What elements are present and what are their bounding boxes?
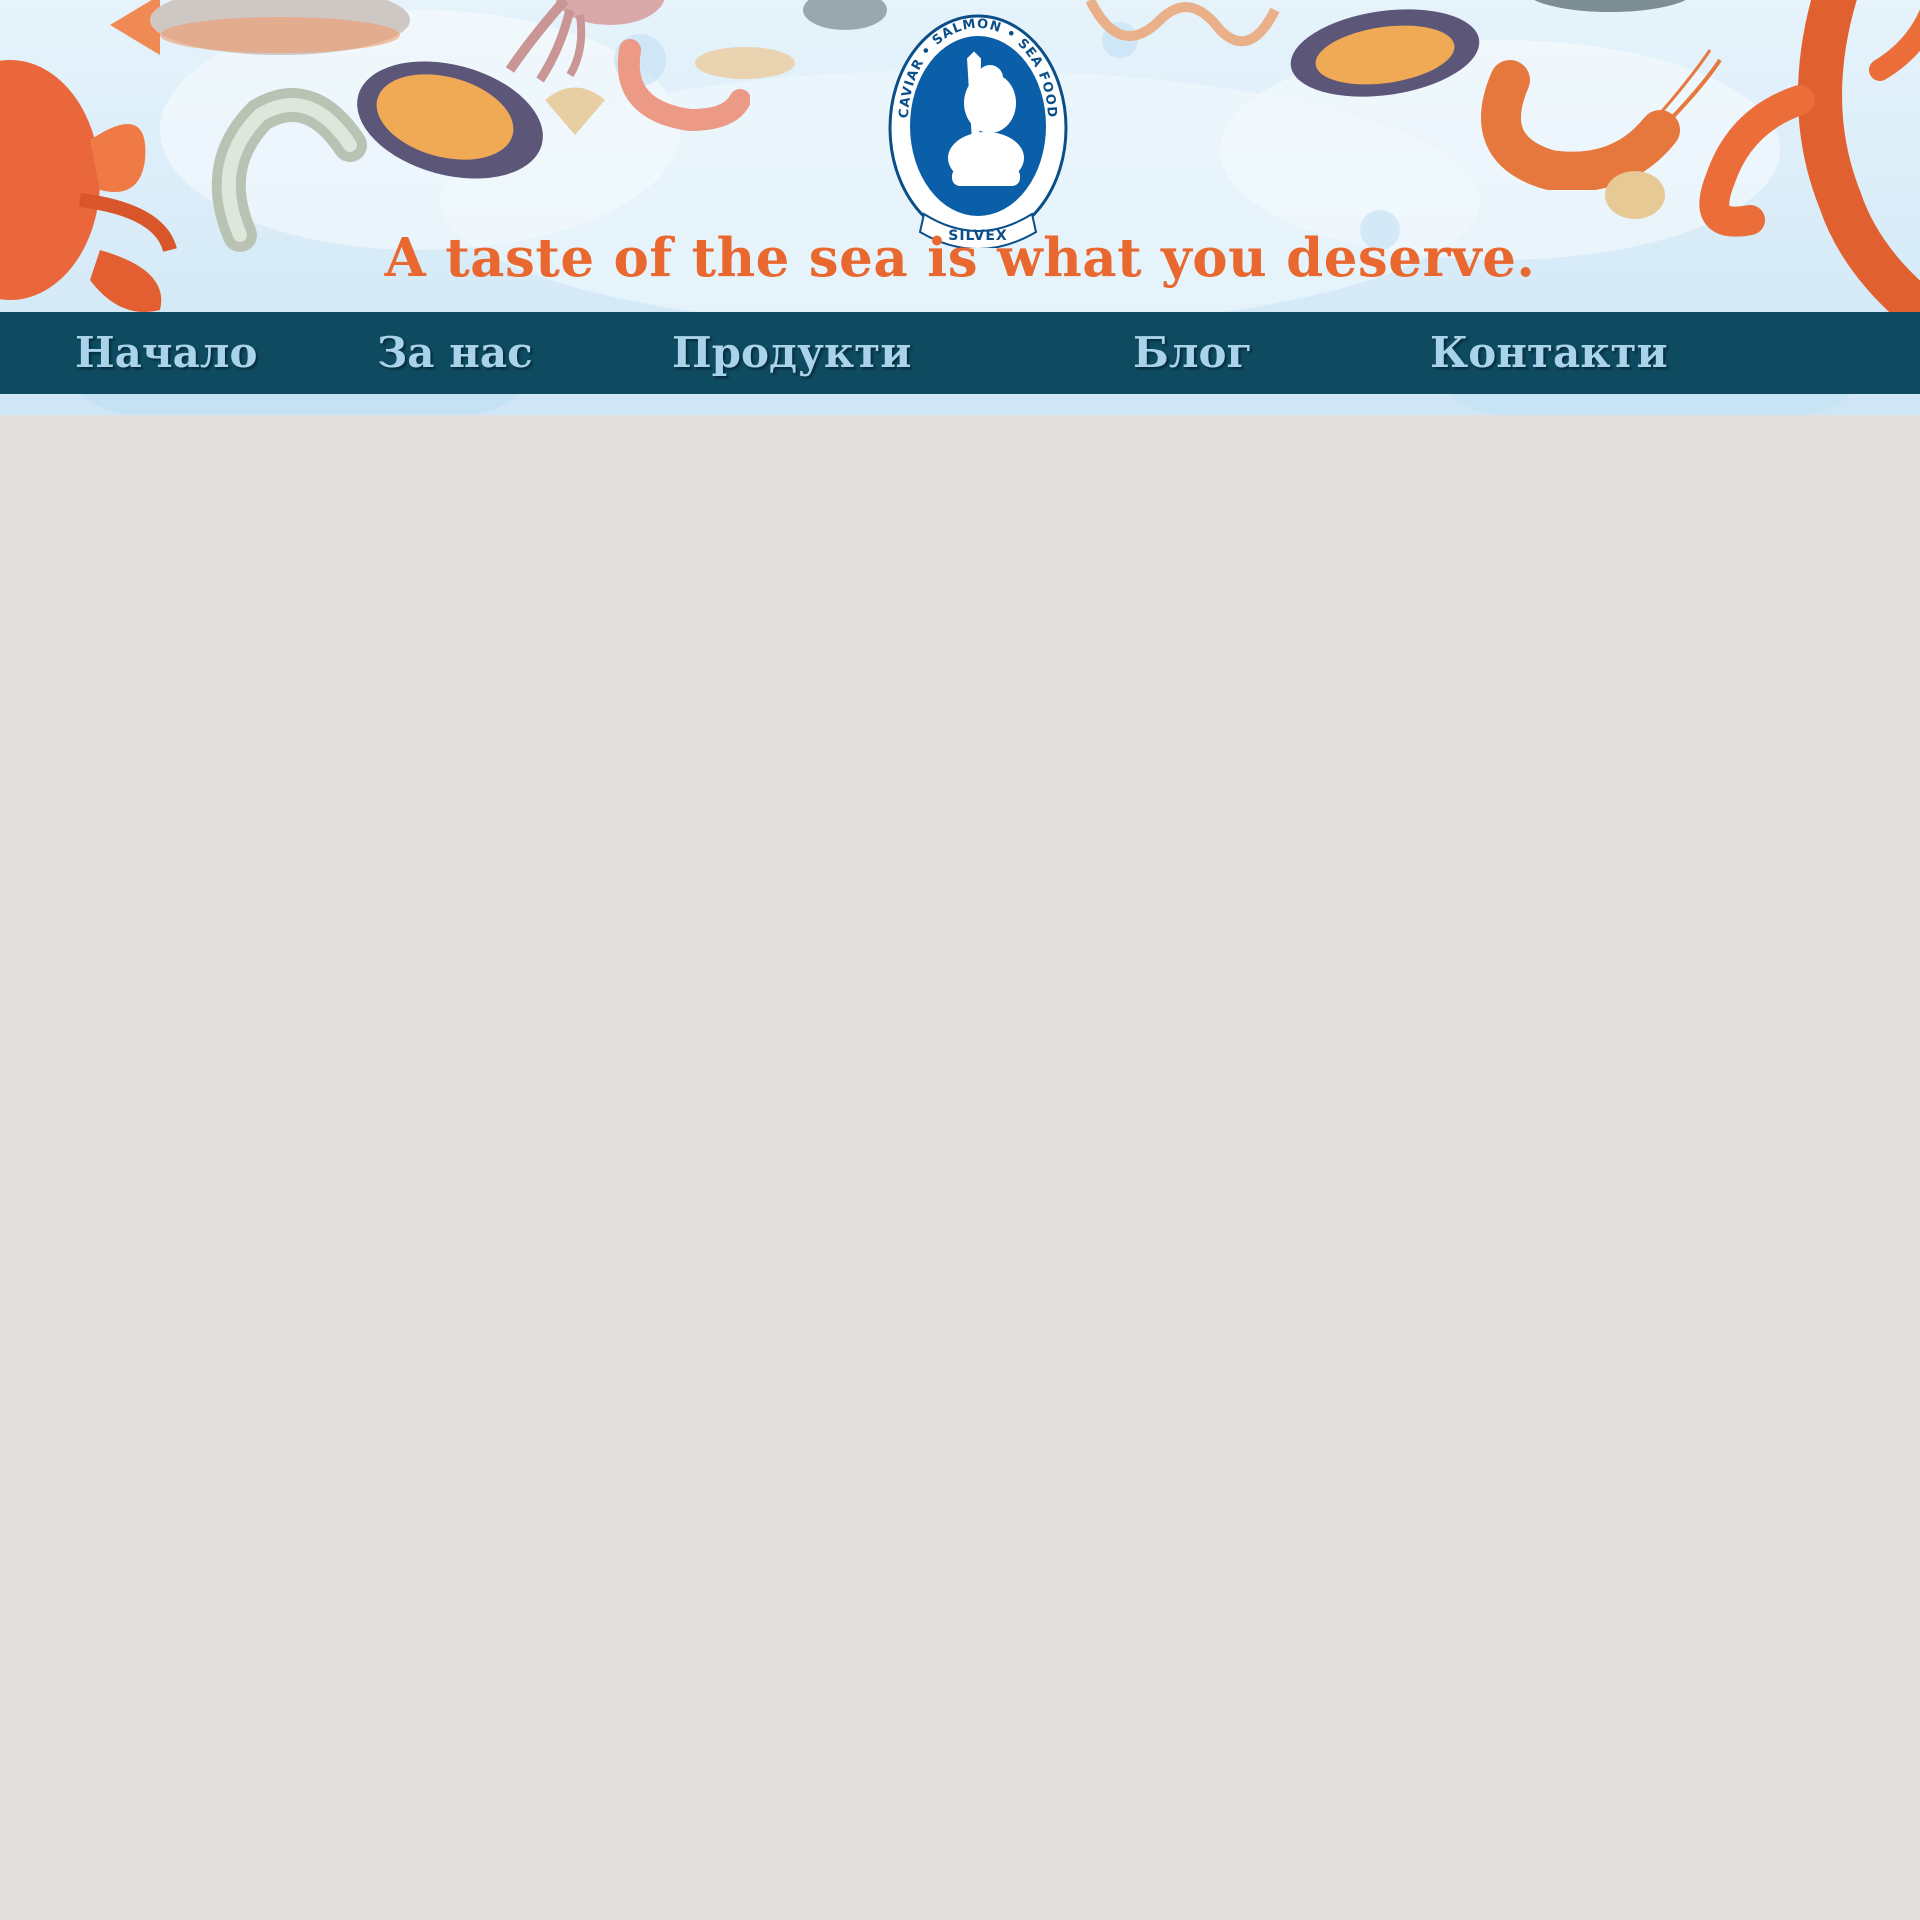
nav-item-blog[interactable]: Блог [1133,312,1252,394]
nav-item-products[interactable]: Продукти [672,312,911,394]
octopus-illustration [1085,0,1280,47]
header-banner: CAVIAR • SALMON • SEA FOOD SILVEX A tast… [0,0,1920,415]
nav-item-about[interactable]: За нас [377,312,533,394]
nav-item-contacts[interactable]: Контакти [1430,312,1668,394]
mussel-illustration [1290,9,1480,97]
fish-illustration [1534,0,1686,12]
silvex-logo: CAVIAR • SALMON • SEA FOOD SILVEX [888,14,1068,248]
shell-illustration [1605,171,1665,219]
page-content [0,415,1920,1920]
fish-illustration [803,0,887,30]
tagline: A taste of the sea is what you deserve. [384,227,1536,289]
nav-item-home[interactable]: Начало [75,312,257,394]
main-navigation: Начало За нас Продукти Блог Контакти [0,312,1920,394]
shell-illustration [695,47,795,79]
shell-illustration [545,87,605,135]
